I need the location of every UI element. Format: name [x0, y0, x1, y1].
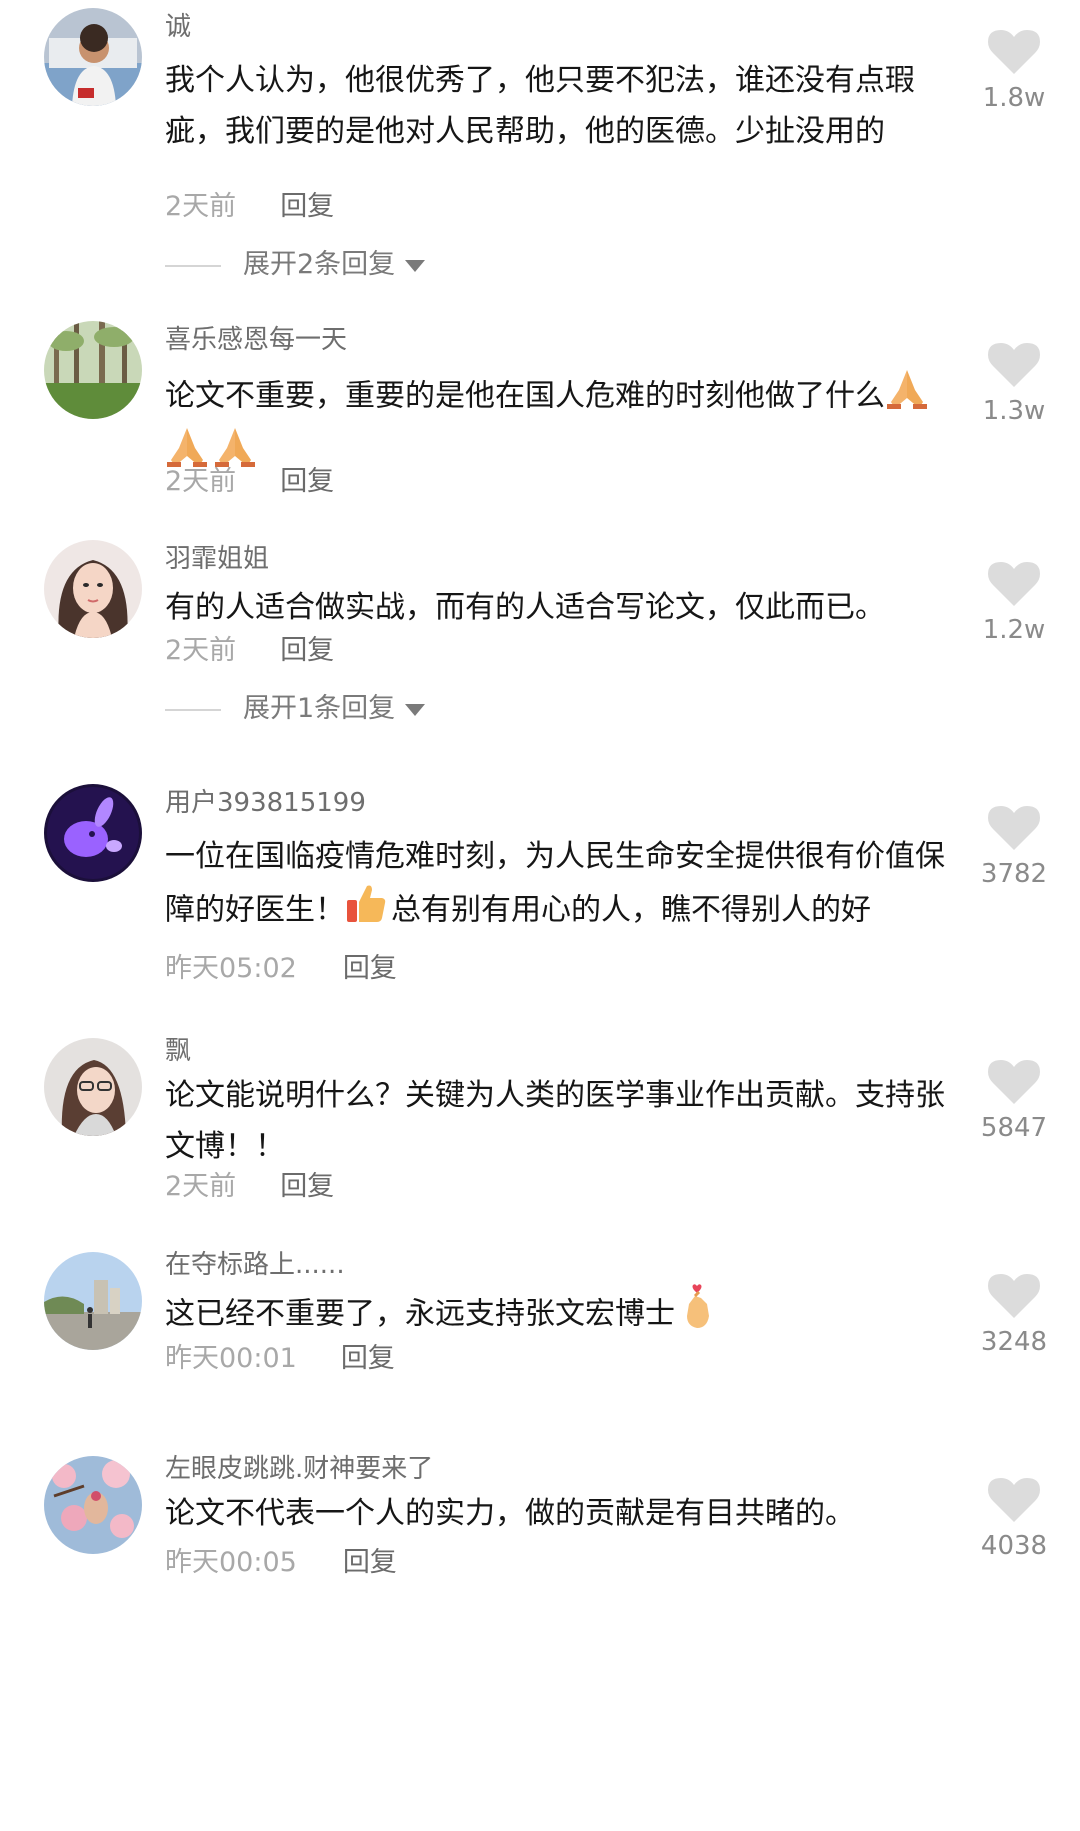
comment-text: 我个人认为，他很优秀了，他只要不犯法，谁还没有点瑕疵，我们要的是他对人民帮助，他… [165, 63, 915, 149]
username[interactable]: 用户393815199 [165, 786, 366, 820]
like-count: 3248 [980, 1327, 1048, 1357]
avatar[interactable] [44, 1456, 142, 1554]
username[interactable]: 喜乐感恩每一天 [165, 323, 347, 357]
heart-icon[interactable] [988, 343, 1040, 389]
avatar[interactable] [44, 540, 142, 638]
avatar[interactable] [44, 1252, 142, 1350]
like-control: 1.3w [970, 343, 1058, 427]
like-control: 3248 [970, 1274, 1058, 1358]
timestamp: 2天前 [165, 635, 237, 666]
heart-icon[interactable] [988, 30, 1040, 76]
username[interactable]: 诚 [165, 10, 191, 44]
comment-text: 论文能说明什么？关键为人类的医学事业作出贡献。支持张文博！！ [165, 1078, 945, 1164]
like-control: 1.8w [970, 30, 1058, 114]
comment-text: 论文不代表一个人的实力，做的贡献是有目共睹的。 [165, 1496, 855, 1531]
expand-label: 展开2条回复 [243, 249, 396, 280]
timestamp: 2天前 [165, 466, 237, 497]
comment-text: 一位在国临疫情危难时刻，为人民生命安全提供很有价值保障的好医生！ 总有别有用心的人… [165, 831, 945, 940]
divider [165, 708, 221, 711]
heart-icon[interactable] [988, 1274, 1040, 1320]
like-control: 1.2w [970, 562, 1058, 646]
heart-icon[interactable] [988, 1478, 1040, 1524]
avatar[interactable] [44, 1038, 142, 1136]
comment-meta: 昨天05:02 回复 [165, 952, 397, 986]
chevron-down-icon [405, 703, 426, 716]
reply-button[interactable]: 回复 [280, 465, 334, 499]
avatar[interactable] [44, 321, 142, 419]
reply-button[interactable]: 回复 [280, 1170, 334, 1204]
heart-icon[interactable] [988, 562, 1040, 608]
expand-label: 展开1条回复 [243, 693, 396, 724]
comment-meta: 2天前 回复 [165, 1170, 334, 1204]
comment-text-body: 论文不重要，重要的是他在国人危难的时刻他做了什么 [165, 378, 885, 414]
username[interactable]: 在夺标路上...... [165, 1248, 345, 1282]
reply-button[interactable]: 回复 [280, 190, 334, 224]
reply-button[interactable]: 回复 [343, 1546, 397, 1580]
like-control: 3782 [970, 806, 1058, 890]
praying-hands-icon [885, 368, 929, 426]
expand-replies-button[interactable]: 展开2条回复 [165, 248, 426, 282]
heart-icon[interactable] [988, 1060, 1040, 1106]
comment-text: 这已经不重要了，永远支持张文宏博士 [165, 1284, 945, 1346]
username[interactable]: 羽霏姐姐 [165, 542, 269, 576]
comment-meta: 2天前 回复 [165, 634, 334, 668]
avatar[interactable] [44, 8, 142, 106]
finger-heart-icon [681, 1284, 717, 1346]
timestamp: 昨天05:02 [165, 953, 297, 984]
reply-button[interactable]: 回复 [343, 952, 397, 986]
like-count: 1.3w [982, 396, 1046, 426]
avatar[interactable] [44, 784, 142, 882]
reply-button[interactable]: 回复 [280, 634, 334, 668]
divider [165, 264, 221, 267]
like-control: 4038 [970, 1478, 1058, 1562]
heart-icon[interactable] [988, 806, 1040, 852]
comment-meta: 昨天00:01 回复 [165, 1342, 395, 1376]
like-count: 1.8w [982, 83, 1046, 113]
comment-meta: 昨天00:05 回复 [165, 1546, 397, 1580]
like-count: 4038 [980, 1531, 1048, 1561]
reply-button[interactable]: 回复 [341, 1342, 395, 1376]
chevron-down-icon [405, 259, 426, 272]
thumbs-up-icon [345, 882, 387, 940]
like-count: 5847 [980, 1113, 1048, 1143]
comment-text-body: 总有别有用心的人，瞧不得别人的好 [391, 892, 871, 928]
comment-meta: 2天前 回复 [165, 190, 334, 224]
like-count: 1.2w [982, 615, 1046, 645]
timestamp: 昨天00:01 [165, 1343, 297, 1374]
expand-replies-button[interactable]: 展开1条回复 [165, 692, 426, 726]
comment-text: 有的人适合做实战，而有的人适合写论文，仅此而已。 [165, 590, 885, 625]
comment-meta: 2天前 回复 [165, 465, 334, 499]
timestamp: 2天前 [165, 1171, 237, 1202]
username[interactable]: 左眼皮跳跳.财神要来了 [165, 1452, 433, 1486]
timestamp: 2天前 [165, 191, 237, 222]
like-control: 5847 [970, 1060, 1058, 1144]
like-count: 3782 [980, 859, 1048, 889]
username[interactable]: 飘 [165, 1034, 191, 1068]
timestamp: 昨天00:05 [165, 1547, 297, 1578]
comment-text-body: 这已经不重要了，永远支持张文宏博士 [165, 1296, 675, 1332]
